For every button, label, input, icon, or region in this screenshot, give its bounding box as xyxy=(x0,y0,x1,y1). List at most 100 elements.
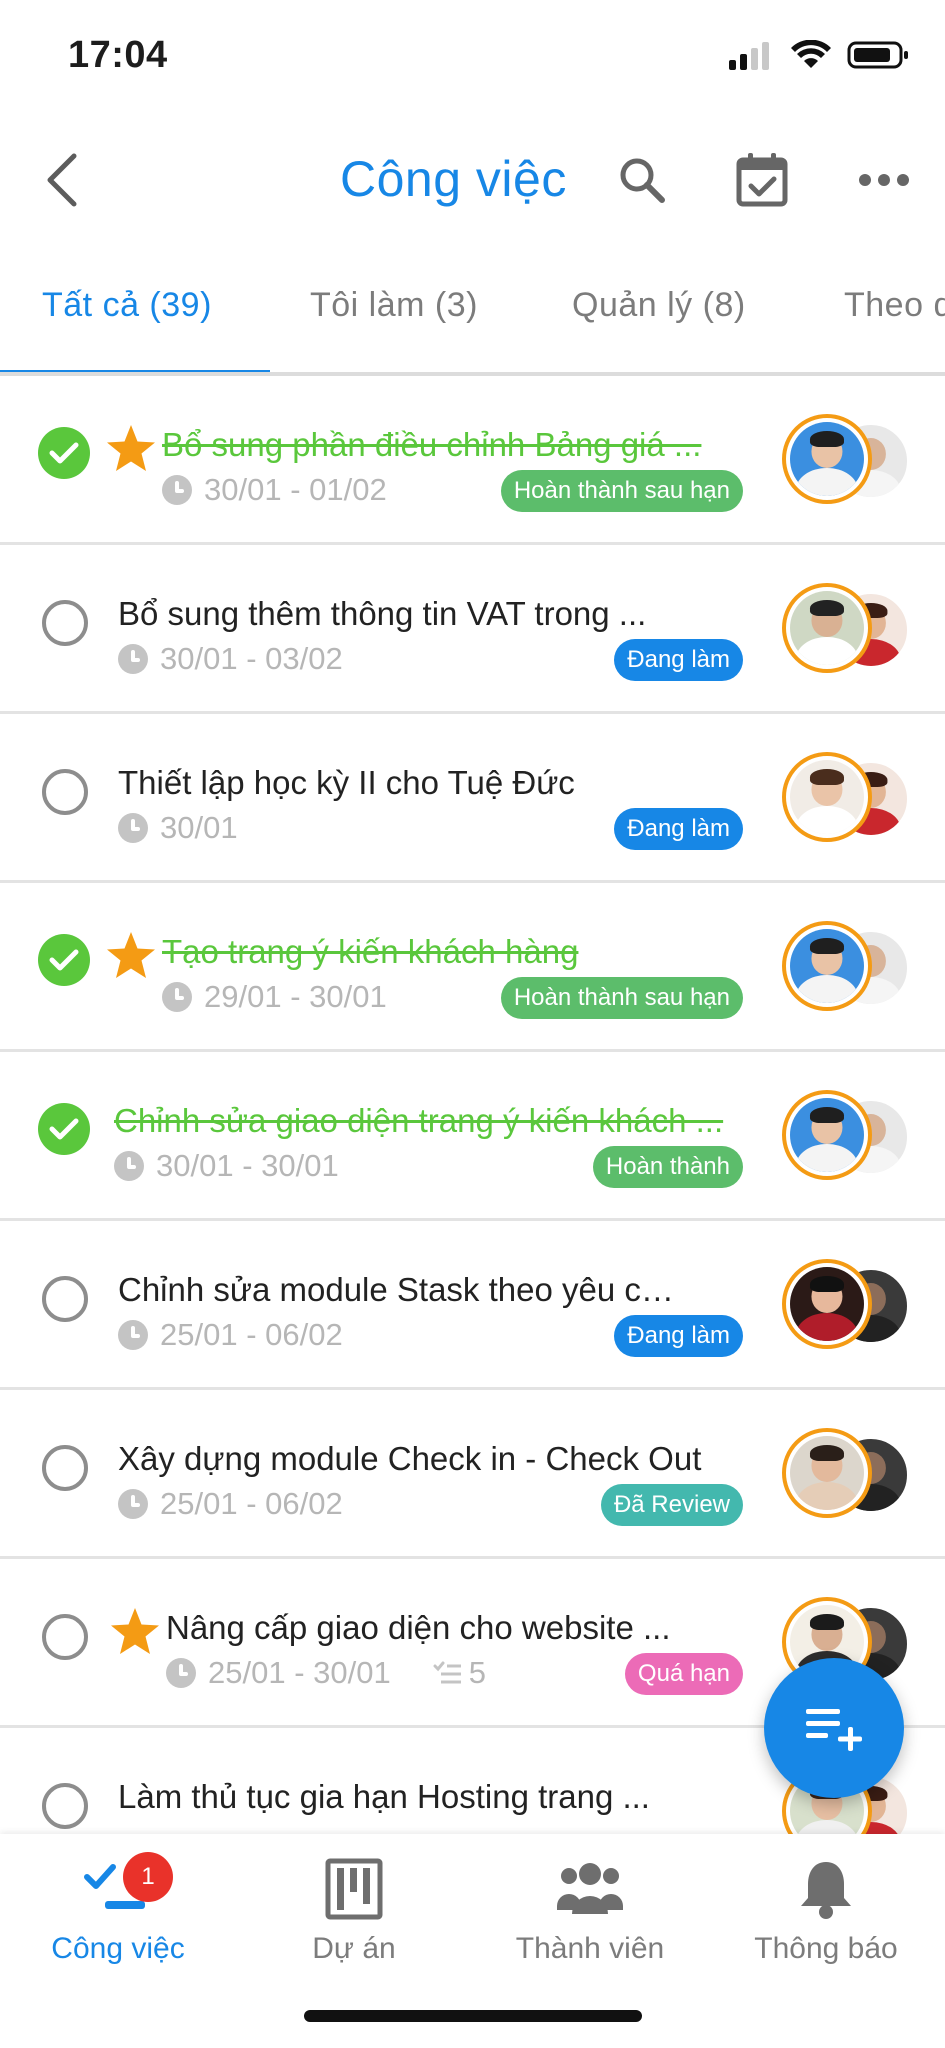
task-row[interactable]: Tạo trang ý kiến khách hàng 29/01 - 30/0… xyxy=(0,883,945,1052)
search-button[interactable] xyxy=(612,150,672,210)
nav-label: Công việc xyxy=(51,1932,185,1965)
clock-icon xyxy=(118,1320,148,1350)
assignee-avatars[interactable] xyxy=(782,1428,912,1522)
avatar xyxy=(782,583,872,673)
task-date: 30/01 xyxy=(118,810,238,846)
task-row[interactable]: Thiết lập học kỳ II cho Tuệ Đức 30/01 Đa… xyxy=(0,714,945,883)
task-date: 30/01 - 03/02 xyxy=(118,641,343,677)
nav-notifications[interactable]: Thông báo xyxy=(708,1854,944,1984)
task-checkbox[interactable] xyxy=(42,1783,88,1829)
status-time: 17:04 xyxy=(68,34,168,76)
tab-managed[interactable]: Quản lý (8) xyxy=(572,286,746,325)
task-row[interactable]: Xây dựng module Check in - Check Out 25/… xyxy=(0,1390,945,1559)
nav-tasks-icon-wrap: 1 xyxy=(83,1852,173,1924)
status-badge: Đã Review xyxy=(600,1484,743,1526)
avatar xyxy=(782,414,872,504)
clock-icon xyxy=(118,813,148,843)
notification-badge: 1 xyxy=(123,1852,173,1902)
nav-label: Thành viên xyxy=(515,1932,665,1965)
task-date-text: 25/01 - 06/02 xyxy=(160,1486,343,1521)
clock-icon xyxy=(162,475,192,505)
task-date-text: 30/01 - 01/02 xyxy=(204,472,387,507)
clock-icon xyxy=(118,644,148,674)
task-checkbox[interactable] xyxy=(42,1445,88,1491)
header: Công việc xyxy=(0,120,945,240)
nav-tasks[interactable]: 1 Công việc xyxy=(0,1852,236,1984)
tab-my-tasks[interactable]: Tôi làm (3) xyxy=(310,286,478,325)
add-list-icon xyxy=(806,1709,862,1751)
tab-following[interactable]: Theo dõi xyxy=(844,286,945,325)
assignee-avatars[interactable] xyxy=(782,1090,912,1184)
tab-bar: Tất cả (39) Tôi làm (3) Quản lý (8) Theo… xyxy=(0,268,945,376)
task-checkbox[interactable] xyxy=(42,1276,88,1322)
status-bar: 17:04 xyxy=(0,0,945,120)
back-button[interactable] xyxy=(36,150,86,210)
avatar xyxy=(782,921,872,1011)
home-indicator xyxy=(304,2010,642,2022)
battery-icon xyxy=(847,41,908,69)
star-icon[interactable] xyxy=(108,1605,162,1659)
task-date-text: 30/01 - 30/01 xyxy=(156,1148,339,1183)
task-row[interactable]: Bổ sung phần điều chỉnh Bảng giá ... 30/… xyxy=(0,376,945,545)
nav-members[interactable]: Thành viên xyxy=(472,1854,708,1984)
nav-projects[interactable]: Dự án xyxy=(236,1854,472,1984)
assignee-avatars[interactable] xyxy=(782,583,912,677)
calendar-icon xyxy=(736,153,788,207)
status-icons xyxy=(727,40,909,70)
clock-icon xyxy=(162,982,192,1012)
chevron-left-icon xyxy=(47,153,77,207)
task-date: 25/01 - 06/02 xyxy=(118,1317,343,1353)
star-icon[interactable] xyxy=(104,422,158,476)
kanban-icon xyxy=(325,1858,383,1920)
task-row[interactable]: Chỉnh sửa giao diện trang ý kiến khách .… xyxy=(0,1052,945,1221)
members-icon xyxy=(557,1863,623,1914)
task-list: Bổ sung phần điều chỉnh Bảng giá ... 30/… xyxy=(0,376,945,1834)
checklist-icon xyxy=(433,1661,461,1684)
assignee-avatars[interactable] xyxy=(782,752,912,846)
subtask-count-text: 5 xyxy=(468,1655,486,1690)
assignee-avatars[interactable] xyxy=(782,921,912,1015)
task-title: Bổ sung phần điều chỉnh Bảng giá ... xyxy=(162,426,702,463)
task-title: Làm thủ tục gia hạn Hosting trang ... xyxy=(118,1778,650,1815)
task-date: 30/01 - 30/01 xyxy=(114,1148,339,1184)
task-date-text: 30/01 - 03/02 xyxy=(160,641,343,676)
nav-notifications-icon-wrap xyxy=(791,1854,861,1924)
task-complete-checkbox[interactable] xyxy=(38,1103,90,1155)
assignee-avatars[interactable] xyxy=(782,414,912,508)
task-title: Bổ sung thêm thông tin VAT trong ... xyxy=(118,595,647,632)
task-date-text: 25/01 - 30/01 xyxy=(208,1655,391,1690)
clock-icon xyxy=(118,1489,148,1519)
task-complete-checkbox[interactable] xyxy=(38,934,90,986)
checkmark-icon xyxy=(49,1118,79,1140)
status-badge: Đang làm xyxy=(614,639,743,681)
avatar xyxy=(782,1259,872,1349)
task-date: 25/01 - 06/02 xyxy=(118,1486,343,1522)
task-row[interactable]: Chỉnh sửa module Stask theo yêu cầu ... … xyxy=(0,1221,945,1390)
task-date-text: 29/01 - 30/01 xyxy=(204,979,387,1014)
task-row[interactable]: Bổ sung thêm thông tin VAT trong ... 30/… xyxy=(0,545,945,714)
status-badge: Quá hạn xyxy=(624,1653,743,1695)
add-task-button[interactable] xyxy=(764,1658,904,1798)
star-icon[interactable] xyxy=(104,929,158,983)
subtask-count: 5 xyxy=(433,1655,486,1691)
status-badge: Đang làm xyxy=(614,1315,743,1357)
task-complete-checkbox[interactable] xyxy=(38,427,90,479)
avatar xyxy=(782,1090,872,1180)
more-button[interactable] xyxy=(854,150,914,210)
task-date: 29/01 - 30/01 xyxy=(162,979,387,1015)
task-date: 25/01 - 30/01 5 xyxy=(166,1655,486,1691)
nav-projects-icon-wrap xyxy=(319,1854,389,1924)
tab-all[interactable]: Tất cả (39) xyxy=(42,286,212,325)
task-checkbox[interactable] xyxy=(42,769,88,815)
bottom-navigation: 1 Công việc Dự án Thành viên Thông báo xyxy=(0,1834,945,2048)
more-horizontal-icon xyxy=(859,174,909,186)
task-title: Xây dựng module Check in - Check Out xyxy=(118,1440,702,1477)
task-checkbox[interactable] xyxy=(42,600,88,646)
calendar-button[interactable] xyxy=(732,150,792,210)
signal-icon xyxy=(729,42,769,70)
avatar xyxy=(782,752,872,842)
status-badge: Hoàn thành sau hạn xyxy=(500,470,743,512)
assignee-avatars[interactable] xyxy=(782,1259,912,1353)
task-checkbox[interactable] xyxy=(42,1614,88,1660)
wifi-icon xyxy=(791,40,831,68)
